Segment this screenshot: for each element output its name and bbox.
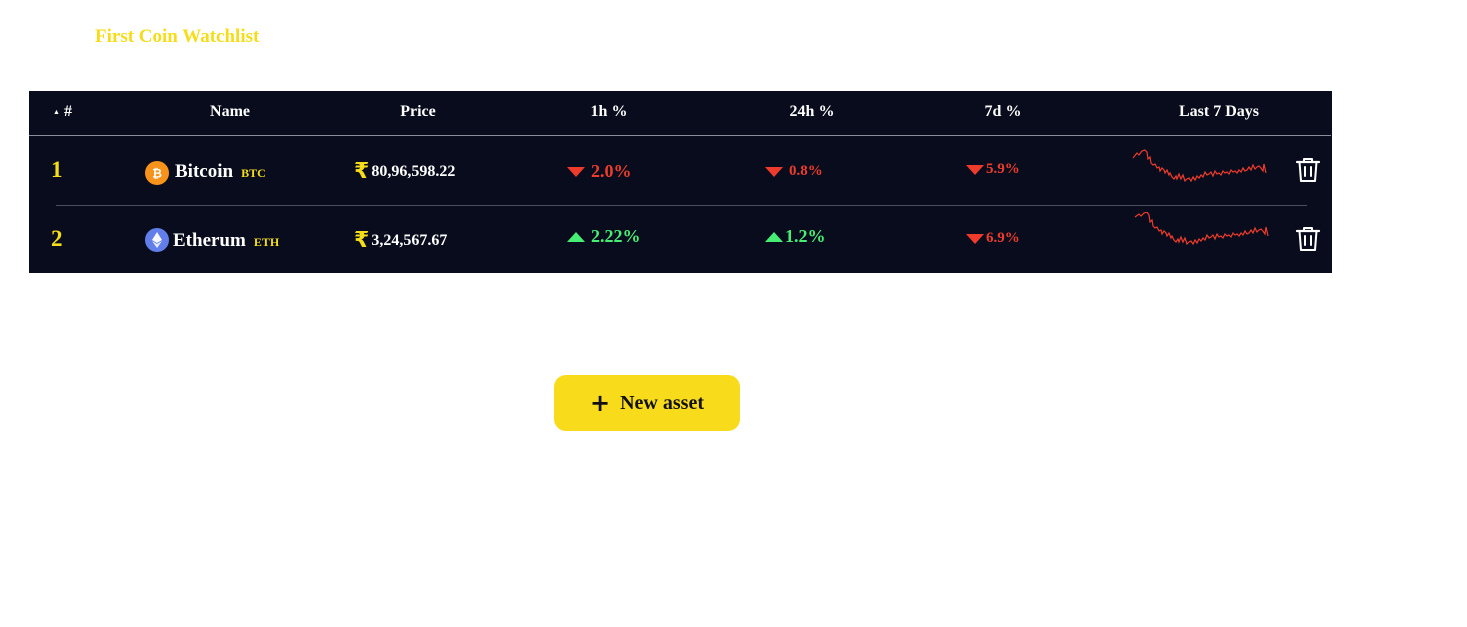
caret-down-icon — [966, 233, 984, 244]
coin-name[interactable]: Bitcoin BTC — [175, 161, 266, 183]
caret-down-icon — [567, 166, 585, 177]
rupee-symbol: ₹ — [354, 159, 370, 184]
caret-up-icon — [765, 231, 783, 242]
sparkline-chart — [1132, 149, 1267, 183]
change-1h: 2.0% — [567, 161, 632, 182]
price-value: 3,24,567.67 — [371, 232, 448, 249]
change-7d: 6.9% — [966, 230, 1020, 247]
caret-up-icon — [567, 231, 585, 242]
change-24h-value: 0.8% — [789, 163, 823, 179]
column-header-name[interactable]: Name — [210, 103, 250, 121]
svg-text:₿: ₿ — [152, 167, 162, 181]
change-24h-value: 1.2% — [785, 226, 826, 246]
column-header-7d[interactable]: 7d % — [985, 103, 1022, 121]
coin-price: ₹80,96,598.22 — [354, 159, 455, 184]
column-header-1h[interactable]: 1h % — [591, 103, 628, 121]
new-asset-button[interactable]: + New asset — [554, 375, 740, 431]
column-header-rank-label: # — [63, 103, 72, 120]
change-7d: 5.9% — [966, 161, 1020, 178]
caret-down-icon — [966, 164, 984, 175]
coin-name-label: Bitcoin — [175, 161, 234, 182]
change-1h: 2.22% — [567, 226, 641, 247]
coin-symbol: ETH — [253, 235, 280, 249]
column-header-price[interactable]: Price — [400, 103, 436, 121]
change-1h-value: 2.22% — [591, 226, 641, 246]
delete-icon[interactable] — [1295, 225, 1321, 253]
column-header-last-7-days: Last 7 Days — [1178, 103, 1260, 120]
coin-price: ₹3,24,567.67 — [354, 228, 447, 253]
sort-up-icon: ▲ — [53, 108, 60, 116]
sparkline-chart — [1134, 212, 1269, 246]
plus-icon: + — [590, 389, 611, 417]
watchlist-table: ▲ # Name Price 1h % 24h % 7d % Last 7 Day… — [29, 91, 1332, 273]
coin-name[interactable]: Etherum ETH — [173, 230, 279, 252]
price-value: 80,96,598.22 — [371, 163, 456, 180]
new-asset-label: New asset — [620, 391, 704, 414]
change-7d-value: 6.9% — [986, 230, 1020, 246]
page-title: First Coin Watchlist — [95, 26, 260, 47]
bitcoin-icon: ₿ — [145, 161, 169, 185]
table-row[interactable]: 1 ₿ Bitcoin BTC ₹80,96,598.22 2.0% 0.8% 5… — [29, 137, 1331, 203]
coin-symbol: BTC — [241, 166, 266, 180]
change-24h: 1.2% — [765, 226, 826, 247]
delete-icon[interactable] — [1295, 156, 1321, 184]
change-7d-value: 5.9% — [986, 161, 1020, 177]
ethereum-icon — [145, 228, 169, 252]
row-rank: 1 — [51, 157, 63, 182]
change-24h: 0.8% — [765, 163, 823, 180]
change-1h-value: 2.0% — [591, 161, 632, 181]
table-row[interactable]: 2 Etherum ETH ₹3,24,567.67 2.22% 1.2% 6.9… — [29, 206, 1331, 272]
column-header-rank[interactable]: ▲ # — [53, 103, 72, 121]
table-header: ▲ # Name Price 1h % 24h % 7d % Last 7 Day… — [29, 91, 1331, 136]
coin-name-label: Etherum — [173, 230, 246, 251]
row-rank: 2 — [51, 226, 63, 251]
rupee-symbol: ₹ — [354, 228, 370, 253]
caret-down-icon — [765, 166, 783, 177]
column-header-24h[interactable]: 24h % — [790, 103, 835, 121]
